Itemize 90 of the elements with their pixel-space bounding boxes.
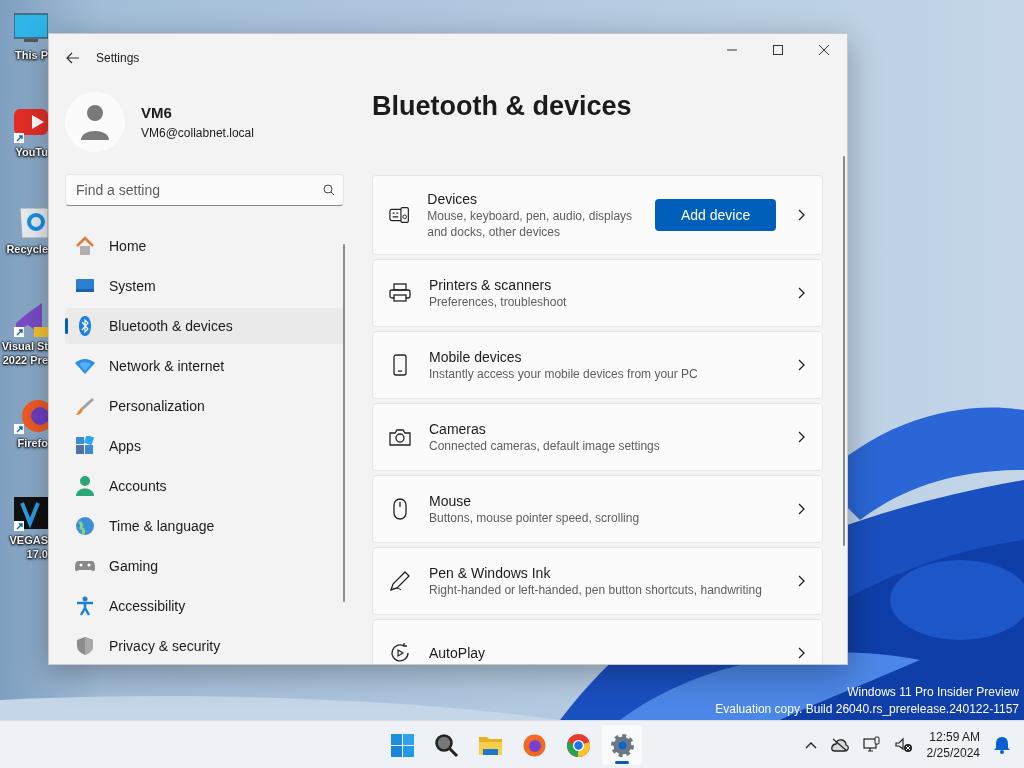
sidebar-item[interactable]: Accessibility	[65, 588, 344, 624]
chevron-right-icon	[798, 287, 806, 299]
clock-time: 12:59 AM	[928, 729, 980, 745]
house-icon	[75, 236, 95, 256]
card-title: AutoPlay	[429, 644, 487, 662]
card-subtitle: Buttons, mouse pointer speed, scrolling	[429, 510, 641, 526]
bell-icon[interactable]	[994, 736, 1010, 754]
sidebar-item[interactable]: Time & language	[65, 508, 344, 544]
settings-card[interactable]: Mouse Buttons, mouse pointer speed, scrolling	[372, 475, 823, 543]
watermark-text: Windows 11 Pro Insider Preview	[846, 684, 1019, 701]
window-title: Settings	[96, 50, 140, 67]
settings-card[interactable]: Cameras Connected cameras, default image settings	[372, 403, 823, 471]
settings-card[interactable]: Devices Mouse, keyboard, pen, audio, displays and docks, other devices Add device	[372, 175, 823, 255]
settings-card[interactable]: Printers & scanners Preferences, troubleshoot	[372, 259, 823, 327]
sidebar-item[interactable]: Personalization	[65, 388, 344, 424]
settings-card[interactable]: Pen & Windows Ink Right-handed or left-handed, pen button shortcuts, handwriting	[372, 547, 823, 615]
card-subtitle: Right-handed or left-handed, pen button shortcuts, handwriting	[429, 582, 763, 598]
selection-indicator	[65, 318, 68, 334]
card-title: Mouse	[429, 492, 473, 510]
settings-card[interactable]: Mobile devices Instantly access your mobile devices from your PC	[372, 331, 823, 399]
desktop-icon-label: YouTu	[15, 145, 48, 159]
desktop-icon-label: Recycle	[6, 242, 48, 256]
card-title: Cameras	[429, 420, 487, 438]
scrollbar[interactable]	[343, 244, 345, 602]
card-title: Printers & scanners	[429, 276, 553, 294]
scrollbar[interactable]	[843, 156, 845, 546]
chevron-right-icon	[798, 503, 806, 515]
desktop-icon-label: 2022 Pre	[2, 353, 48, 367]
desktop-icon-label: Visual St	[1, 339, 48, 353]
person-icon	[75, 476, 95, 496]
sidebar-item[interactable]: Accounts	[65, 468, 344, 504]
search-icon	[433, 732, 459, 758]
page-heading: Bluetooth & devices	[372, 90, 633, 123]
card-subtitle: Connected cameras, default image settings	[429, 438, 661, 454]
sidebar-item[interactable]: Gaming	[65, 548, 344, 584]
chevron-right-icon	[798, 359, 806, 371]
replay-icon	[389, 642, 411, 664]
maximize-icon	[772, 45, 784, 55]
printer-icon	[389, 282, 411, 304]
video-editor-icon[interactable]	[14, 495, 48, 533]
search-input[interactable]: Find a setting	[74, 175, 323, 205]
desktop-icon-label: 17.0	[26, 547, 48, 561]
wifi-icon	[75, 356, 95, 376]
ide-logo-icon[interactable]	[14, 301, 48, 339]
desktop-icon-label: This P	[15, 48, 48, 62]
search-icon	[323, 184, 335, 196]
add-device-button[interactable]: Add device	[655, 199, 776, 231]
card-title: Devices	[427, 190, 479, 208]
brush-icon	[75, 396, 95, 416]
running-indicator	[615, 761, 629, 764]
network-monitor-icon[interactable]	[862, 736, 881, 754]
user-email: VM6@collabnet.local	[141, 125, 254, 143]
sidebar-item[interactable]: System	[65, 268, 344, 304]
start-logo-icon	[389, 732, 415, 758]
chevron-right-icon	[798, 431, 806, 443]
sidebar-item[interactable]: Home	[65, 228, 344, 264]
sidebar-item[interactable]: Bluetooth & devices	[65, 308, 344, 344]
card-title: Mobile devices	[429, 348, 523, 366]
shield-icon	[75, 636, 95, 656]
chevron-right-icon	[798, 575, 806, 587]
desktop-icon-label: Firefo	[17, 436, 48, 450]
watermark-text: Evaluation copy. Build 26040.rs_prerelease.240122-1157	[715, 701, 1019, 718]
close-icon	[818, 45, 830, 55]
card-subtitle: Preferences, troubleshoot	[429, 294, 568, 310]
camera-icon	[389, 426, 411, 448]
video-play-icon[interactable]	[14, 107, 48, 145]
search-field[interactable]: Find a setting	[65, 174, 344, 206]
fox-browser-icon	[521, 732, 547, 758]
cloud-offline-icon[interactable]	[830, 738, 849, 752]
card-subtitle: Instantly access your mobile devices from your PC	[429, 366, 699, 382]
back-icon[interactable]	[66, 52, 80, 64]
chevron-right-icon	[798, 647, 806, 659]
settings-card[interactable]: AutoPlay	[372, 619, 823, 664]
speaker-muted-icon[interactable]	[894, 737, 913, 753]
chevron-right-icon	[798, 209, 806, 221]
apps-icon	[75, 436, 95, 456]
sidebar-item[interactable]: Privacy & security	[65, 628, 344, 664]
card-subtitle: Mouse, keyboard, pen, audio, displays and docks, other devices	[427, 208, 634, 240]
pen-icon	[389, 570, 411, 592]
gear-icon	[609, 732, 635, 758]
sidebar-item[interactable]: Network & internet	[65, 348, 344, 384]
card-title: Pen & Windows Ink	[429, 564, 552, 582]
accessibility-figure-icon	[75, 596, 95, 616]
sidebar-item[interactable]: Apps	[65, 428, 344, 464]
clock-date: 2/25/2024	[926, 745, 980, 761]
chevron-up-icon[interactable]	[804, 741, 817, 749]
keyboard-speaker-icon	[389, 204, 410, 226]
desktop-icon-label: VEGAS	[9, 533, 48, 547]
chrome-icon	[565, 732, 591, 758]
user-name: VM6	[141, 102, 173, 123]
